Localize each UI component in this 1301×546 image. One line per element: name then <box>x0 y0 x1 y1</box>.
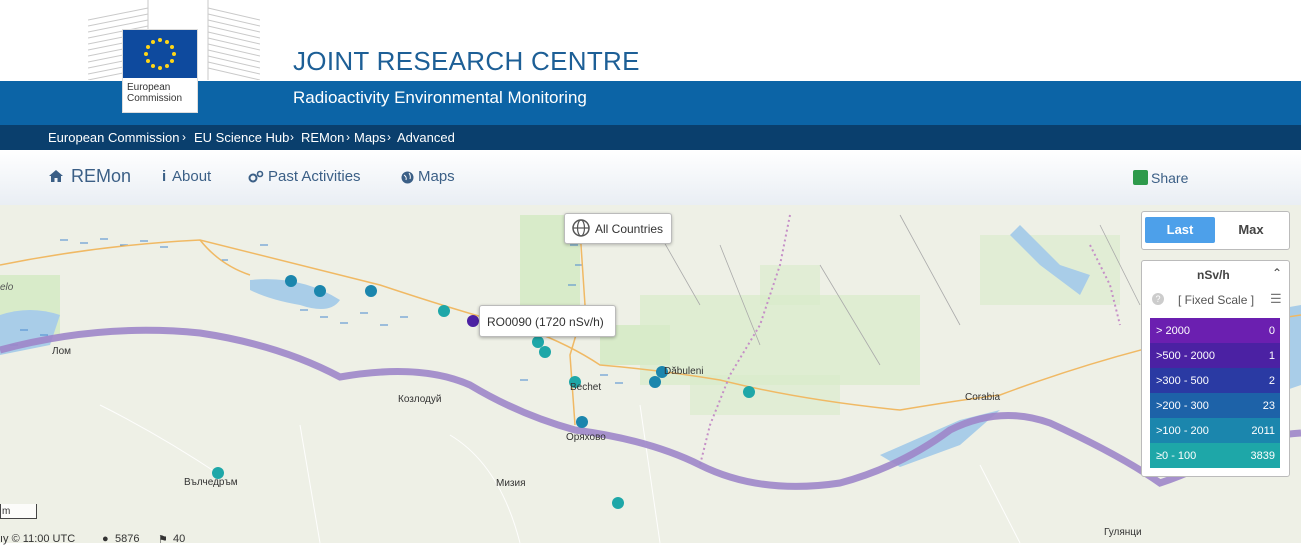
flag-icon: ⚑ <box>158 534 168 546</box>
place-label: Bechet <box>570 382 602 393</box>
breadcrumb-item-remon[interactable]: REMon <box>301 130 344 145</box>
station-tooltip: RO0090 (1720 nSv/h) <box>479 305 616 337</box>
help-icon[interactable]: ? <box>1152 293 1164 305</box>
status-count-2: 40 <box>173 533 186 545</box>
scale-label: m <box>2 506 11 517</box>
station-marker[interactable] <box>532 336 544 348</box>
globe-icon <box>572 219 590 237</box>
max-button[interactable]: Max <box>1217 217 1285 243</box>
breadcrumb-item-ec[interactable]: European Commission <box>48 130 180 145</box>
last-max-toggle: Last Max <box>1141 211 1290 250</box>
legend-count: 2 <box>1268 375 1275 387</box>
nav-past-activities[interactable]: Past Activities <box>268 168 361 185</box>
legend-row[interactable]: >100 - 200 2011 <box>1150 418 1280 443</box>
legend-range: > 2000 <box>1156 325 1190 337</box>
legend-count: 1 <box>1268 350 1275 362</box>
station-marker-selected[interactable] <box>467 315 479 327</box>
legend-row[interactable]: >200 - 300 23 <box>1150 393 1280 418</box>
station-marker[interactable] <box>438 305 450 317</box>
logo-text-line2: Commission <box>127 93 183 104</box>
place-label: Гулянци <box>1104 527 1142 538</box>
station-marker[interactable] <box>365 285 377 297</box>
site-title: JOINT RESEARCH CENTRE <box>293 46 640 76</box>
all-countries-label: All Countries <box>595 222 664 236</box>
stations-layer <box>212 275 755 509</box>
place-label: Вълчедръм <box>184 477 238 488</box>
chevron-up-icon[interactable]: ⌃ <box>1272 266 1282 280</box>
station-marker[interactable] <box>612 497 624 509</box>
share-button[interactable]: Share <box>1151 170 1188 186</box>
site-subtitle: Radioactivity Environmental Monitoring <box>293 88 587 107</box>
station-marker[interactable] <box>539 346 551 358</box>
legend-count: 0 <box>1268 325 1275 337</box>
station-marker[interactable] <box>743 386 755 398</box>
eu-flag-icon <box>123 30 197 78</box>
tooltip-text: RO0090 (1720 nSv/h) <box>487 315 604 329</box>
gears-icon <box>248 170 264 183</box>
place-label: Corabia <box>965 392 1001 403</box>
legend-count: 23 <box>1262 400 1275 412</box>
ec-logo-box: European Commission <box>123 30 197 112</box>
breadcrumb-separator-icon: › <box>346 130 350 144</box>
legend-count: 2011 <box>1251 425 1275 437</box>
nav-about[interactable]: About <box>172 168 211 185</box>
legend-row[interactable]: > 2000 0 <box>1150 318 1280 343</box>
marker-icon: ● <box>102 533 109 545</box>
home-icon <box>49 170 63 182</box>
nav-remon[interactable]: REMon <box>71 166 131 187</box>
breadcrumb-separator-icon: › <box>387 130 391 144</box>
globe-icon <box>401 171 414 184</box>
legend-range: >500 - 2000 <box>1156 350 1216 362</box>
place-label: Мизия <box>496 478 526 489</box>
dose-rate-legend: nSv/h ⌃ ? [ Fixed Scale ] ☰ > 2000 0 >50… <box>1141 260 1290 477</box>
legend-range: >300 - 500 <box>1156 375 1209 387</box>
place-label: Оряхово <box>566 432 606 443</box>
share-icon <box>1133 170 1148 185</box>
legend-row[interactable]: ≥0 - 100 3839 <box>1150 443 1280 468</box>
legend-scale[interactable]: [ Fixed Scale ] <box>1178 293 1254 307</box>
place-label: Лом <box>52 346 71 357</box>
logo-text-line1: European <box>127 82 171 93</box>
breadcrumb-item-maps[interactable]: Maps <box>354 130 386 145</box>
legend-count: 3839 <box>1250 450 1275 462</box>
legend-row[interactable]: >300 - 500 2 <box>1150 368 1280 393</box>
breadcrumb-item-science-hub[interactable]: EU Science Hub <box>194 130 289 145</box>
legend-row[interactable]: >500 - 2000 1 <box>1150 343 1280 368</box>
status-station-count: 5876 <box>115 533 140 545</box>
last-button[interactable]: Last <box>1145 217 1215 243</box>
nav-maps[interactable]: Maps <box>418 168 455 185</box>
breadcrumb-item-advanced: Advanced <box>397 130 455 145</box>
map-canvas[interactable] <box>0 205 1301 543</box>
place-label: elo <box>0 282 14 293</box>
legend-unit: nSv/h <box>1197 268 1230 282</box>
legend-range: >100 - 200 <box>1156 425 1209 437</box>
station-marker[interactable] <box>285 275 297 287</box>
breadcrumb-separator-icon: › <box>182 130 186 144</box>
legend-range: >200 - 300 <box>1156 400 1209 412</box>
legend-range: ≥0 - 100 <box>1156 450 1197 462</box>
station-marker[interactable] <box>649 376 661 388</box>
place-label: Dăbuleni <box>664 366 704 377</box>
map-scale-bar: m <box>0 504 37 519</box>
station-marker[interactable] <box>314 285 326 297</box>
all-countries-button[interactable]: All Countries <box>564 213 672 244</box>
breadcrumb-separator-icon: › <box>290 130 294 144</box>
info-icon: i <box>162 168 167 185</box>
station-marker[interactable] <box>576 416 588 428</box>
logo-text: European Commission <box>127 82 182 104</box>
ec-logo[interactable]: European Commission <box>88 0 260 112</box>
place-label: Козлодуй <box>398 394 442 405</box>
status-time: ıy © 11:00 UTC <box>0 533 76 545</box>
menu-icon[interactable]: ☰ <box>1270 291 1282 307</box>
